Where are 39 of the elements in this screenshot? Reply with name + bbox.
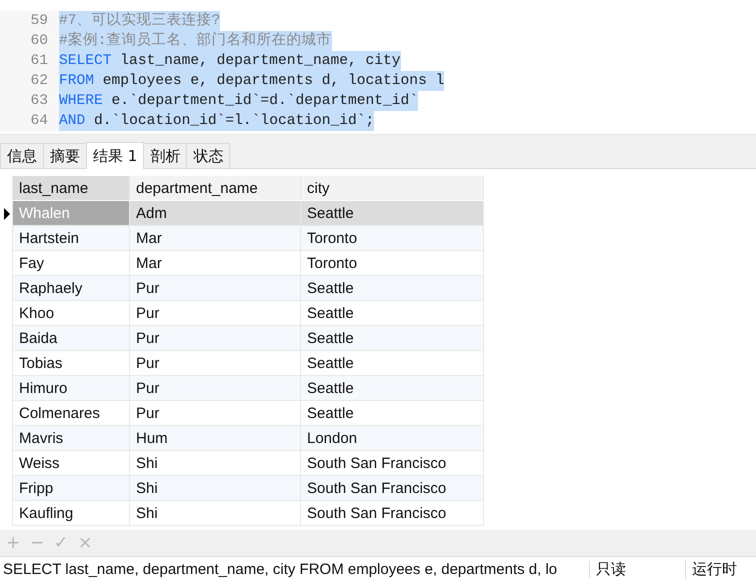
table-cell: Hartstein	[12, 226, 130, 250]
table-cell: Fripp	[12, 476, 130, 500]
table-cell: South San Francisco	[300, 476, 484, 500]
table-cell: Kaufling	[12, 500, 130, 526]
table-cell: Mar	[130, 226, 300, 250]
line-number: 61	[0, 51, 59, 71]
table-cell: Seattle	[300, 326, 484, 350]
tab[interactable]: 状态	[186, 143, 230, 168]
table-cell: Pur	[130, 326, 300, 350]
table-cell: Pur	[130, 376, 300, 400]
column-header[interactable]: city	[300, 176, 484, 200]
table-cell: Toronto	[300, 226, 484, 250]
table-cell: Whalen	[12, 200, 130, 226]
table-cell: Hum	[130, 426, 300, 450]
table-cell: London	[300, 426, 484, 450]
table-cell: Seattle	[300, 200, 484, 226]
table-cell: South San Francisco	[300, 500, 484, 526]
column-header[interactable]: department_name	[130, 176, 300, 200]
table-cell: Adm	[130, 200, 300, 226]
line-number: 60	[0, 31, 59, 51]
table-cell: Seattle	[300, 276, 484, 300]
line-number: 63	[0, 91, 59, 111]
table-cell: Baida	[12, 326, 130, 350]
table-cell: Shi	[130, 500, 300, 526]
line-number: 62	[0, 71, 59, 91]
table-cell: Mavris	[12, 426, 130, 450]
line-number: 59	[0, 11, 59, 31]
status-runtime: 运行时	[691, 560, 737, 578]
table-cell: Shi	[130, 476, 300, 500]
tab[interactable]: 信息	[0, 143, 44, 168]
status-query: SELECT last_name, department_name, city FROM employees e, departments d, lo	[0, 560, 590, 578]
table-cell: Pur	[130, 276, 300, 300]
status-mode: 只读	[590, 560, 686, 578]
table-cell: Raphaely	[12, 276, 130, 300]
column-header[interactable]: last_name	[12, 176, 130, 200]
line-number: 64	[0, 111, 59, 131]
tab[interactable]: 结果 1	[86, 142, 144, 169]
table-cell: Himuro	[12, 376, 130, 400]
table-cell: Seattle	[300, 376, 484, 400]
